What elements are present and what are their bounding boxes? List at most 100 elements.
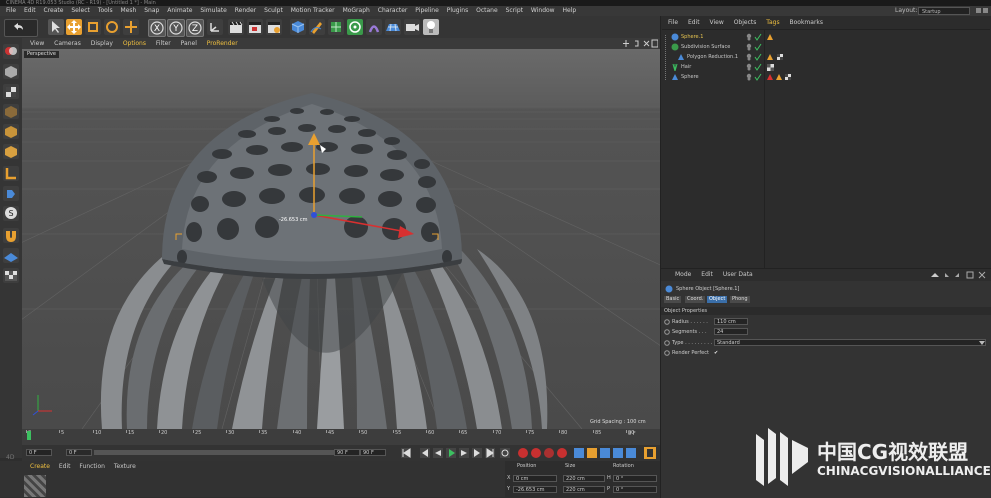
viewport-menu-view[interactable]: View <box>30 38 44 49</box>
objmgr-menu-file[interactable]: File <box>668 18 678 28</box>
add-light-button[interactable] <box>423 19 439 35</box>
end-frame-field[interactable]: 90 F <box>360 449 386 456</box>
position-x-field[interactable]: 0 cm <box>513 475 557 482</box>
polygons-mode-button[interactable] <box>3 144 19 159</box>
menu-sculpt[interactable]: Sculpt <box>264 6 283 16</box>
menu-mesh[interactable]: Mesh <box>121 6 137 16</box>
menu-snap[interactable]: Snap <box>144 6 159 16</box>
transform-tool-button[interactable] <box>123 19 139 35</box>
material-thumbnail[interactable] <box>24 475 46 497</box>
tweak-mode-button[interactable] <box>3 186 19 201</box>
viewport-menu-display[interactable]: Display <box>91 38 113 49</box>
visibility-toggles[interactable] <box>746 43 762 51</box>
menu-simulate[interactable]: Simulate <box>200 6 227 16</box>
viewport-menu-panel[interactable]: Panel <box>181 38 197 49</box>
segments-keyframe-icon[interactable] <box>664 329 670 335</box>
layout-icon[interactable] <box>976 8 981 13</box>
add-floor-button[interactable] <box>385 19 401 35</box>
add-generator-button[interactable] <box>328 19 344 35</box>
menu-render[interactable]: Render <box>235 6 256 16</box>
menu-octane[interactable]: Octane <box>476 6 498 16</box>
live-select-button[interactable] <box>48 19 64 35</box>
menu-character[interactable]: Character <box>378 6 408 16</box>
x-axis-lock-button[interactable]: X <box>148 19 166 37</box>
visibility-toggles[interactable] <box>746 73 762 81</box>
size-x-field[interactable]: 220 cm <box>563 475 605 482</box>
attribute-nav-icons[interactable] <box>929 271 989 279</box>
position-y-field[interactable]: -26.653 cm <box>513 486 557 493</box>
object-row-sphere[interactable]: Sphere <box>662 72 990 82</box>
start-frame-field[interactable]: 0 F <box>26 449 52 456</box>
menu-window[interactable]: Window <box>531 6 555 16</box>
menu-edit[interactable]: Edit <box>24 6 36 16</box>
segments-field[interactable]: 24 <box>714 328 748 335</box>
undo-button[interactable] <box>4 19 38 37</box>
rotation-h-field[interactable]: 0 ° <box>613 475 657 482</box>
menu-animate[interactable]: Animate <box>167 6 192 16</box>
viewport-menu-options[interactable]: Options <box>123 38 146 49</box>
material-tags-icon[interactable] <box>766 53 786 61</box>
material-menu-create[interactable]: Create <box>30 463 50 470</box>
attr-menu-user-data[interactable]: User Data <box>723 271 753 278</box>
render-settings-button[interactable] <box>266 19 282 35</box>
axis-mode-button[interactable] <box>3 166 19 181</box>
tab-object[interactable]: Object <box>707 296 728 303</box>
render-perfect-checkbox[interactable]: ✔ <box>714 349 718 357</box>
viewport-scene[interactable]: -26.653 cm <box>22 49 660 429</box>
move-tool-button[interactable] <box>66 19 82 35</box>
viewport-menu-cameras[interactable]: Cameras <box>54 38 81 49</box>
viewport-navigation-icons[interactable] <box>622 39 659 48</box>
menu-motion-tracker[interactable]: Motion Tracker <box>291 6 335 16</box>
sphere-tags-icon[interactable] <box>766 73 794 81</box>
coordinate-system-button[interactable] <box>207 19 223 35</box>
objmgr-menu-view[interactable]: View <box>710 18 724 28</box>
render-perfect-keyframe-icon[interactable] <box>664 350 670 356</box>
objmgr-menu-bookmarks[interactable]: Bookmarks <box>790 18 824 28</box>
menu-pipeline[interactable]: Pipeline <box>415 6 438 16</box>
type-keyframe-icon[interactable] <box>664 340 670 346</box>
menu-select[interactable]: Select <box>71 6 90 16</box>
points-mode-button[interactable] <box>3 104 19 119</box>
tab-coord[interactable]: Coord. <box>685 296 706 303</box>
solo-button[interactable] <box>3 248 19 263</box>
make-editable-button[interactable] <box>3 44 19 59</box>
material-menu-function[interactable]: Function <box>79 463 105 470</box>
tab-basic[interactable]: Basic <box>664 296 682 303</box>
attr-menu-mode[interactable]: Mode <box>675 271 691 278</box>
snap-button[interactable]: S <box>3 206 19 221</box>
preview-min-field[interactable]: 0 F <box>66 449 92 456</box>
objmgr-menu-objects[interactable]: Objects <box>734 18 757 28</box>
objmgr-menu-tags[interactable]: Tags <box>766 18 779 28</box>
visibility-toggles[interactable] <box>746 63 762 71</box>
add-cube-button[interactable] <box>290 19 306 35</box>
y-axis-lock-button[interactable]: Y <box>167 19 185 37</box>
visibility-toggles[interactable] <box>746 53 762 61</box>
viewport-menu-prorender[interactable]: ProRender <box>207 38 238 49</box>
menu-script[interactable]: Script <box>506 6 523 16</box>
menu-mograph[interactable]: MoGraph <box>343 6 370 16</box>
layout-icon[interactable] <box>983 8 988 13</box>
add-spline-button[interactable] <box>309 19 325 35</box>
locked-workplane-button[interactable] <box>3 268 19 283</box>
add-camera-button[interactable] <box>404 19 420 35</box>
menu-help[interactable]: Help <box>563 6 577 16</box>
objmgr-menu-edit[interactable]: Edit <box>688 18 700 28</box>
texture-mode-button[interactable] <box>3 84 19 99</box>
radius-field[interactable]: 110 cm <box>714 318 748 325</box>
z-axis-lock-button[interactable]: Z <box>186 19 204 37</box>
phong-tag-icon[interactable] <box>766 33 774 41</box>
render-picture-viewer-button[interactable] <box>247 19 263 35</box>
scale-tool-button[interactable] <box>85 19 101 35</box>
object-row-sphere-1[interactable]: Sphere.1 <box>662 32 990 42</box>
preview-max-field[interactable]: 90 F <box>334 449 360 456</box>
material-menu-texture[interactable]: Texture <box>114 463 136 470</box>
workplane-button[interactable] <box>3 228 19 243</box>
add-deformer-button[interactable] <box>366 19 382 35</box>
object-row-polygon-reduction[interactable]: Polygon Reduction.1 <box>662 52 990 62</box>
radius-keyframe-icon[interactable] <box>664 319 670 325</box>
rotation-p-field[interactable]: 0 ° <box>613 486 657 493</box>
menu-create[interactable]: Create <box>44 6 64 16</box>
timeline-playhead[interactable] <box>27 431 31 440</box>
render-view-button[interactable] <box>228 19 244 35</box>
menu-file[interactable]: File <box>6 6 16 16</box>
